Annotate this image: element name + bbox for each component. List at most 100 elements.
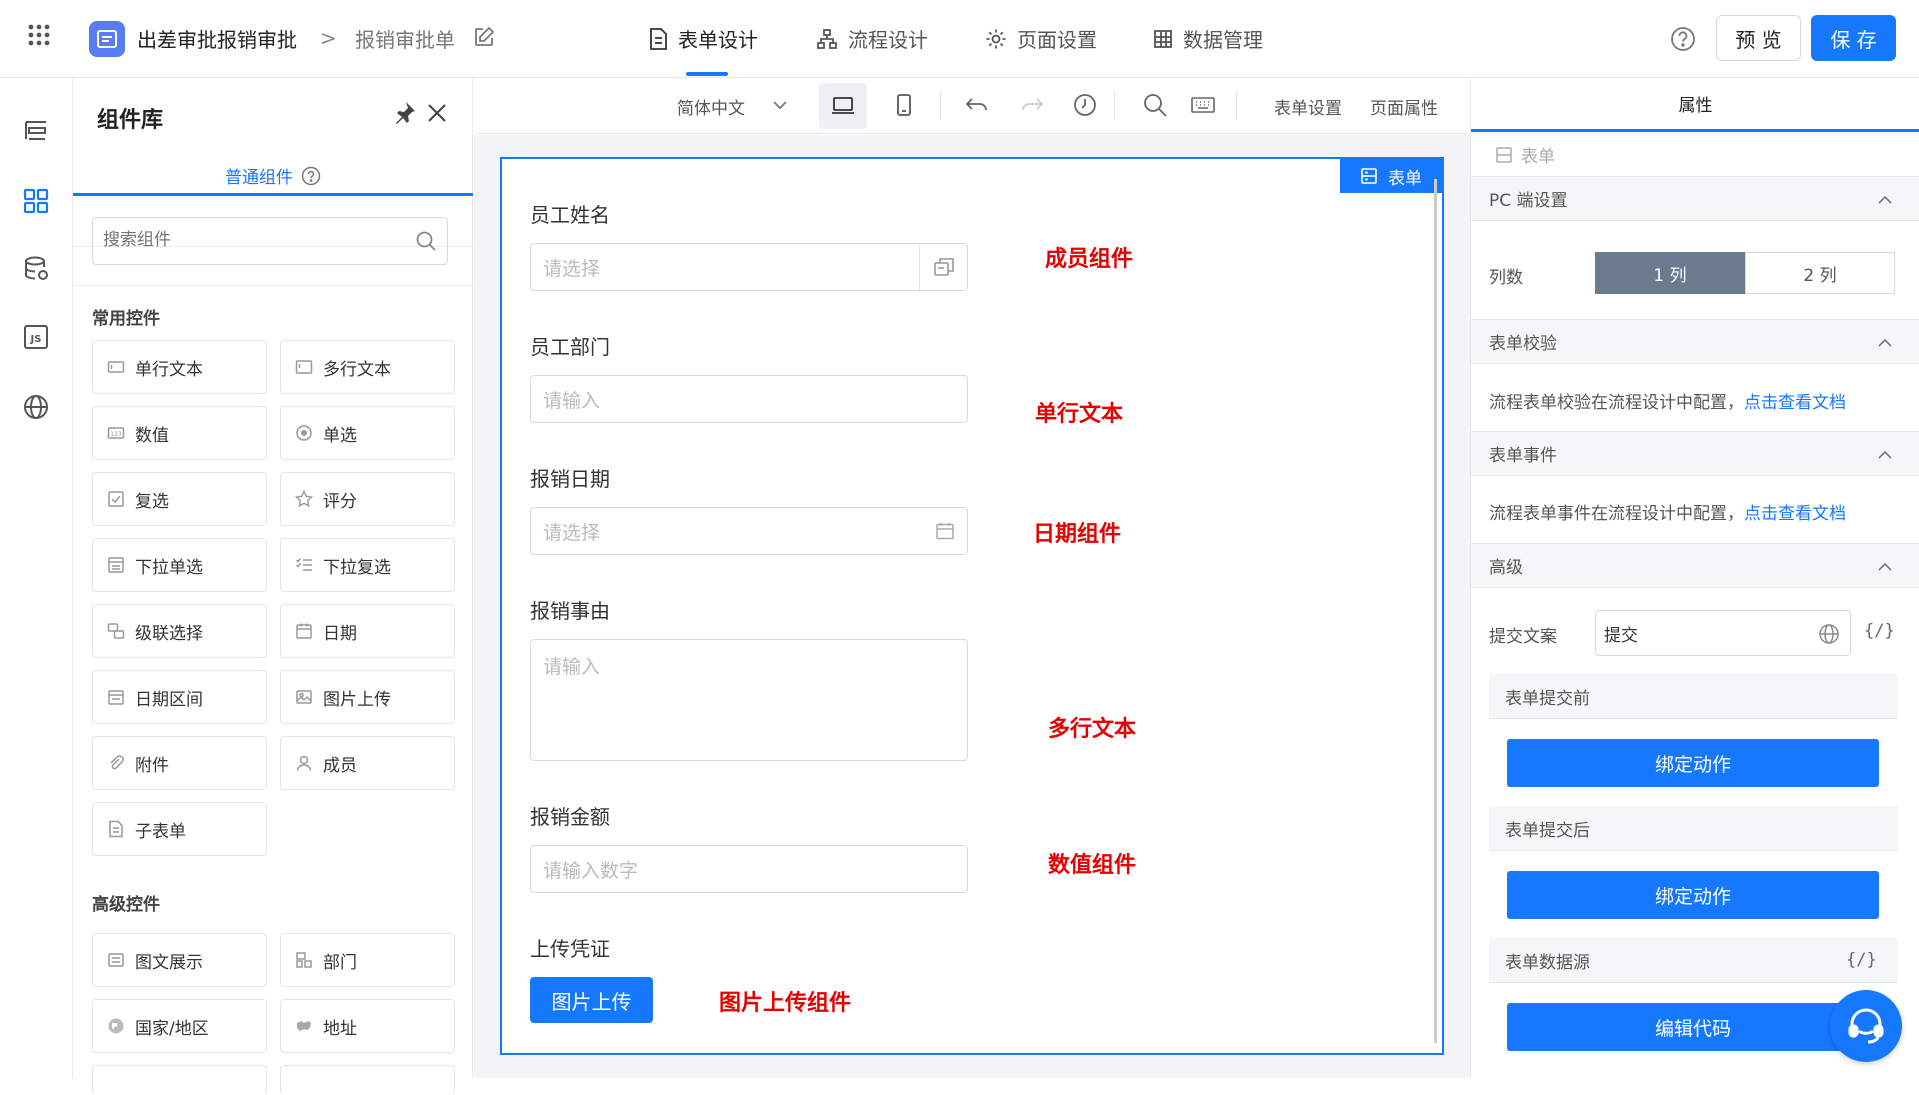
tab-data-management[interactable]: 数据管理 [1153, 24, 1263, 53]
datasource-label: 表单数据源 [1505, 952, 1590, 973]
help-circle-icon[interactable] [301, 166, 321, 186]
preview-button[interactable]: 预 览 [1716, 15, 1801, 61]
breadcrumb-page[interactable]: 报销审批单 [355, 24, 455, 53]
tab-flow-design[interactable]: 流程设计 [816, 24, 928, 53]
globe-icon[interactable] [1818, 623, 1840, 645]
component-dropdown-multi[interactable]: 下拉复选 [280, 538, 455, 592]
globe-icon[interactable] [21, 392, 51, 422]
component-radio[interactable]: 单选 [280, 406, 455, 460]
component-label: 级联选择 [135, 623, 203, 644]
search-input[interactable] [93, 218, 393, 262]
outline-icon[interactable] [21, 116, 51, 146]
group-title: 高级 [1489, 558, 1523, 578]
history-icon[interactable] [1072, 92, 1098, 118]
page-properties-link[interactable]: 页面属性 [1370, 94, 1438, 119]
component-dropdown-single[interactable]: 下拉单选 [92, 538, 267, 592]
search-icon[interactable] [1142, 92, 1168, 118]
component-department[interactable]: 部门 [280, 933, 455, 987]
group-pc-settings[interactable]: PC 端设置 [1471, 176, 1919, 221]
pin-icon[interactable] [391, 100, 417, 126]
component-subform[interactable]: 子表单 [92, 802, 267, 856]
datasource-icon[interactable] [21, 254, 51, 284]
chevron-up-icon[interactable] [1876, 558, 1894, 576]
undo-icon[interactable] [964, 92, 990, 118]
reason-textarea[interactable]: 请输入 [530, 639, 968, 761]
component-more[interactable] [280, 1065, 455, 1095]
scrollbar[interactable] [1434, 179, 1437, 1043]
code-binding-icon[interactable]: {/} [1864, 621, 1895, 641]
docs-link[interactable]: 点击查看文档 [1744, 393, 1846, 413]
chevron-up-icon[interactable] [1876, 334, 1894, 352]
docs-link[interactable]: 点击查看文档 [1744, 504, 1846, 524]
column-option-1[interactable]: 1 列 [1595, 252, 1745, 294]
component-country[interactable]: 国家/地区 [92, 999, 267, 1053]
components-grid-icon[interactable] [21, 186, 51, 216]
richtext-icon [108, 953, 124, 967]
component-cascader[interactable]: 级联选择 [92, 604, 267, 658]
component-rating[interactable]: 评分 [280, 472, 455, 526]
app-title[interactable]: 出差审批报销审批 [137, 24, 297, 53]
js-icon[interactable]: JS [21, 322, 51, 352]
form-settings-link[interactable]: 表单设置 [1274, 94, 1342, 119]
properties-breadcrumb: 表单 [1495, 142, 1555, 167]
keyboard-icon[interactable] [1190, 92, 1216, 118]
tab-common-components[interactable]: 普通组件 [73, 158, 473, 196]
save-button[interactable]: 保 存 [1811, 15, 1896, 61]
component-checkbox[interactable]: 复选 [92, 472, 267, 526]
submit-text-input[interactable]: 提交 [1595, 610, 1851, 656]
component-member[interactable]: 成员 [280, 736, 455, 790]
component-multi-line-text[interactable]: 多行文本 [280, 340, 455, 394]
chevron-up-icon[interactable] [1876, 446, 1894, 464]
column-option-2[interactable]: 2 列 [1745, 252, 1895, 294]
chevron-down-icon[interactable] [767, 92, 793, 118]
radio-icon [296, 425, 312, 441]
field-label-reimburse-date: 报销日期 [530, 467, 610, 491]
form-canvas[interactable]: 表单 员工姓名 请选择 成员组件 员工部门 请输入 单行文本 报销日期 请选择 … [500, 157, 1444, 1055]
image-upload-button[interactable]: 图片上传 [530, 977, 653, 1023]
code-binding-icon[interactable]: {/} [1846, 950, 1877, 970]
component-date[interactable]: 日期 [280, 604, 455, 658]
group-validation[interactable]: 表单校验 [1471, 319, 1919, 364]
field-placeholder: 请输入数字 [543, 859, 639, 882]
component-number[interactable]: 123 数值 [92, 406, 267, 460]
tab-page-settings[interactable]: 页面设置 [985, 24, 1097, 53]
language-select[interactable]: 简体中文 [677, 94, 745, 119]
submit-text-label: 提交文案 [1489, 627, 1557, 647]
tab-form-design[interactable]: 表单设计 [648, 24, 758, 53]
component-more[interactable] [92, 1065, 267, 1095]
component-label: 子表单 [135, 821, 186, 842]
component-attachment[interactable]: 附件 [92, 736, 267, 790]
customer-service-icon[interactable] [1830, 990, 1902, 1062]
apps-grid-icon[interactable] [28, 24, 50, 46]
bind-action-after-button[interactable]: 绑定动作 [1507, 871, 1879, 919]
amount-number-input[interactable]: 请输入数字 [530, 845, 968, 893]
form-doc-icon [650, 27, 667, 50]
component-image-upload[interactable]: 图片上传 [280, 670, 455, 724]
tab-properties[interactable]: 属性 [1471, 78, 1919, 132]
edit-icon[interactable] [473, 26, 495, 48]
component-single-line-text[interactable]: 单行文本 [92, 340, 267, 394]
close-icon[interactable] [426, 102, 448, 124]
member-picker-icon[interactable] [919, 244, 967, 290]
mobile-icon[interactable] [891, 92, 917, 118]
description-text: 流程表单校验在流程设计中配置， [1489, 393, 1744, 413]
search-icon[interactable] [415, 230, 437, 252]
department-text-input[interactable]: 请输入 [530, 375, 968, 423]
chevron-up-icon[interactable] [1876, 191, 1894, 209]
group-advanced[interactable]: 高级 [1471, 543, 1919, 588]
component-date-range[interactable]: 日期区间 [92, 670, 267, 724]
desktop-icon[interactable] [830, 92, 856, 118]
group-events[interactable]: 表单事件 [1471, 431, 1919, 476]
component-search-field[interactable] [92, 217, 448, 265]
group-title: 表单事件 [1489, 446, 1557, 466]
calendar-icon[interactable] [935, 521, 955, 541]
date-picker-field[interactable]: 请选择 [530, 507, 968, 555]
question-icon[interactable] [1670, 26, 1696, 52]
redo-icon[interactable] [1019, 92, 1045, 118]
edit-code-button[interactable]: 编辑代码 [1507, 1003, 1879, 1051]
bind-action-before-button[interactable]: 绑定动作 [1507, 739, 1879, 787]
field-label-voucher: 上传凭证 [530, 937, 610, 961]
member-picker-field[interactable]: 请选择 [530, 243, 968, 291]
component-rich-text[interactable]: 图文展示 [92, 933, 267, 987]
component-address[interactable]: 地址 [280, 999, 455, 1053]
